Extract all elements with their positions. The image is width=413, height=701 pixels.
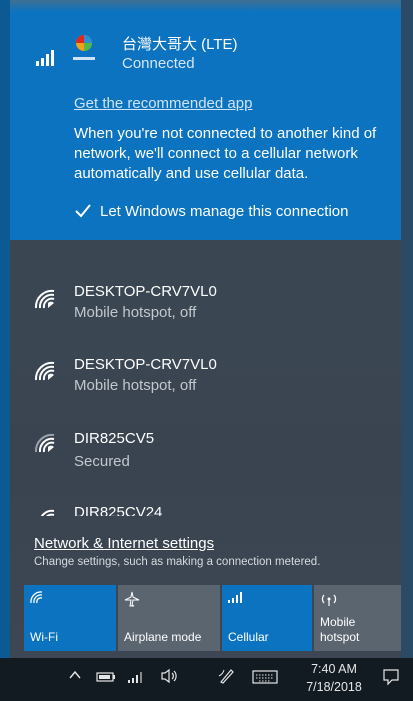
network-status: Secured [74,453,130,470]
clock-time[interactable]: 7:40 AM [304,662,364,676]
airplane-icon [124,591,140,610]
cellular-description: When you're not connected to another kin… [74,125,377,182]
network-list-item[interactable]: DESKTOP-CRV7VL0 Mobile hotspot, off [10,276,401,346]
network-name: DESKTOP-CRV7VL0 [74,356,217,373]
network-list-item[interactable]: DIR825CV5 Secured [10,422,401,492]
tile-label: Wi-Fi [30,630,58,644]
desktop-edge-right [401,0,413,658]
tile-label: Airplane mode [124,630,202,644]
cellular-icon [228,591,244,606]
wifi-icon [32,502,62,516]
cellular-signal-icon [36,50,58,66]
cellular-connection[interactable]: 台灣大哥大 (LTE) Connected Get the recommende… [10,0,401,240]
tile-airplane-mode[interactable]: Airplane mode [118,585,220,651]
carrier-logo [70,32,98,66]
connection-status: Connected [122,55,195,72]
network-name: DESKTOP-CRV7VL0 [74,283,217,300]
manage-connection-label: Let Windows manage this connection [100,202,349,220]
wifi-icon [32,286,62,316]
show-hidden-icons-icon[interactable] [68,668,82,685]
network-settings-description: Change settings, such as making a connec… [34,556,321,568]
wifi-icon [32,430,62,460]
touch-keyboard-icon[interactable] [252,670,278,687]
volume-icon[interactable] [160,668,180,687]
clock-date[interactable]: 7/18/2018 [300,680,368,694]
taskbar: 7:40 AM 7/18/2018 [0,658,413,701]
manage-connection-checkbox[interactable]: Let Windows manage this connection [74,199,348,223]
network-name: DIR825CV5 [74,430,155,447]
wifi-icon [32,358,62,388]
tile-cellular[interactable]: Cellular [222,585,312,651]
pen-icon[interactable] [218,666,234,687]
wifi-icon [30,591,46,608]
network-status: Mobile hotspot, off [74,377,197,394]
hotspot-icon [320,591,338,610]
tile-label: Cellular [228,630,269,644]
recommended-app-link[interactable]: Get the recommended app [74,95,252,112]
tile-wifi[interactable]: Wi-Fi [24,585,116,651]
tile-label: Mobile hotspot [320,615,360,644]
network-settings-link[interactable]: Network & Internet settings [34,535,214,552]
network-flyout: 台灣大哥大 (LTE) Connected Get the recommende… [10,0,401,658]
battery-icon[interactable] [96,670,116,686]
action-center-icon[interactable] [382,668,400,689]
cellular-signal-icon[interactable] [128,670,144,686]
carrier-name: 台灣大哥大 (LTE) [122,36,238,53]
network-name: DIR825CV24 [74,504,163,516]
network-status: Mobile hotspot, off [74,304,197,321]
network-list-item[interactable]: DESKTOP-CRV7VL0 Mobile hotspot, off [10,348,401,418]
tile-mobile-hotspot[interactable]: Mobile hotspot [314,585,401,651]
network-list-item[interactable]: DIR825CV24 [10,494,401,516]
desktop-edge-left [0,0,10,701]
checkmark-icon [74,202,92,220]
